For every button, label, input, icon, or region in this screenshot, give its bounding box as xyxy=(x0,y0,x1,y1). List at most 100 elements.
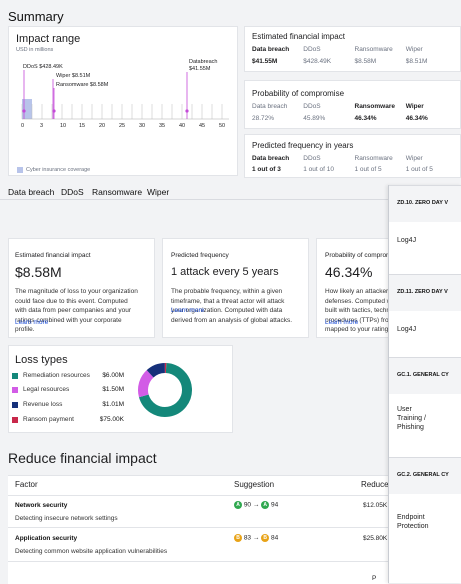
legend-label: Remediation resources xyxy=(23,372,102,379)
detail-impact-desc: The magnitude of loss to your organizati… xyxy=(15,287,138,297)
tick-label: 40 xyxy=(179,123,185,129)
tick-label: 20 xyxy=(99,123,105,129)
learn-more-link[interactable]: Learn more xyxy=(15,319,48,326)
detail-probability-desc: built with tactics, techn xyxy=(325,306,392,316)
score-from: 83 xyxy=(244,535,251,542)
legend-label: Ransom payment xyxy=(23,416,100,423)
factor-desc: Detecting insecure network settings xyxy=(15,515,118,522)
learn-more-link[interactable]: Learn more xyxy=(325,319,358,326)
value-wiper: 1 out of 5 xyxy=(406,166,457,173)
value-databreach: 28.72% xyxy=(252,115,303,122)
reduce-title: Reduce financial impact xyxy=(8,450,157,466)
value-wiper: $8.51M xyxy=(406,58,457,65)
header-ransomware: Ransomware xyxy=(355,46,406,53)
detail-impact-title: Estimated financial impact xyxy=(15,252,91,259)
tick-label: 35 xyxy=(159,123,165,129)
legend-value: $1.50M xyxy=(102,386,124,393)
header-databreach: Data breach xyxy=(252,103,303,110)
factor-title[interactable]: Application security xyxy=(15,535,77,542)
reduce-value: $12.05K xyxy=(363,502,387,509)
reduce-table xyxy=(8,475,388,584)
score-to: 84 xyxy=(271,535,278,542)
score-to: 94 xyxy=(271,502,278,509)
panel-section-header: ZD.11. ZERO DAY V xyxy=(389,274,461,311)
score-from: 90 xyxy=(244,502,251,509)
detail-impact-value: $8.58M xyxy=(15,264,62,280)
detail-frequency-title: Predicted frequency xyxy=(171,252,229,259)
legend-swatch xyxy=(12,417,18,423)
detail-frequency-value: 1 attack every 5 years xyxy=(171,266,279,278)
detail-frequency-card: Predicted frequency 1 attack every 5 yea… xyxy=(162,238,309,338)
frequency-title: Predicted frequency in years xyxy=(252,141,353,150)
tab-wiper[interactable]: Wiper xyxy=(147,187,169,197)
legend-value: $6.00M xyxy=(102,372,124,379)
header-databreach: Data breach xyxy=(252,46,303,53)
controls-side-panel: ZD.10. ZERO DAY V Log4J ZD.11. ZERO DAY … xyxy=(388,185,461,583)
detail-probability-title: Probability of compron xyxy=(325,252,390,259)
legend-item: Ransom payment $75.00K xyxy=(12,416,124,423)
estimated-impact-title: Estimated financial impact xyxy=(252,32,345,41)
header-ddos: DDoS xyxy=(303,103,354,110)
value-ddos: $428.49K xyxy=(303,58,354,65)
header-wiper: Wiper xyxy=(406,46,457,53)
legend-value: $75.00K xyxy=(100,416,124,423)
detail-frequency-desc: The probable frequency, within a given xyxy=(171,287,292,297)
page-title: Summary xyxy=(8,9,64,24)
value-databreach: 1 out of 3 xyxy=(252,166,303,173)
tick-label: 30 xyxy=(139,123,145,129)
donut-slice-3 xyxy=(150,368,165,374)
detail-impact-desc: profile. xyxy=(15,325,138,335)
tab-ddos[interactable]: DDoS xyxy=(61,187,84,197)
col-suggestion-header: Suggestion xyxy=(234,480,274,489)
detail-impact-desc: could face due to this event. Computed xyxy=(15,297,138,307)
impact-range-chart xyxy=(9,27,239,177)
probability-title: Probability of compromise xyxy=(252,89,344,98)
tick-label: 3 xyxy=(40,123,43,129)
grade-a-icon: A xyxy=(261,501,269,509)
detail-probability-desc: How likely an attacker xyxy=(325,287,392,297)
value-ransomware: 46.34% xyxy=(355,115,406,122)
panel-section-body: Endpoint Protection xyxy=(397,513,437,531)
tab-data-breach[interactable]: Data breach xyxy=(8,187,54,197)
value-wiper: 46.34% xyxy=(406,115,457,122)
header-databreach: Data breach xyxy=(252,155,303,162)
legend-swatch xyxy=(12,402,18,408)
value-ddos: 45.89% xyxy=(303,115,354,122)
detail-impact-card: Estimated financial impact $8.58M The ma… xyxy=(8,238,155,338)
detail-impact-desc: with data from peer companies and your xyxy=(15,306,138,316)
factor-title[interactable]: Network security xyxy=(15,502,67,509)
panel-section-body: Log4J xyxy=(397,326,416,333)
col-reduce-header: Reduce xyxy=(361,480,389,489)
header-ransomware: Ransomware xyxy=(355,155,406,162)
panel-section-header: ZD.10. ZERO DAY V xyxy=(389,185,461,222)
header-ddos: DDoS xyxy=(303,155,354,162)
header-ransomware: Ransomware xyxy=(355,103,406,110)
col-factor-header: Factor xyxy=(15,480,38,489)
tabs-divider xyxy=(0,199,388,200)
learn-more-link[interactable]: Learn more xyxy=(171,307,204,314)
detail-frequency-desc: derived from an analysis of global attac… xyxy=(171,316,292,326)
header-ddos: DDoS xyxy=(303,46,354,53)
value-databreach: $41.55M xyxy=(252,58,303,65)
legend-item: Remediation resources $6.00M xyxy=(12,372,124,379)
detail-probability-desc: mapped to your ratings xyxy=(325,325,392,335)
legend-label: Legal resources xyxy=(23,386,102,393)
grade-a-icon: A xyxy=(234,501,242,509)
panel-section-header: GC.1. GENERAL CY xyxy=(389,357,461,394)
header-wiper: Wiper xyxy=(406,155,457,162)
insurance-coverage-bar xyxy=(22,99,32,119)
legend-swatch xyxy=(12,373,18,379)
value-ddos: 1 out of 10 xyxy=(303,166,354,173)
legend-label: Revenue loss xyxy=(23,401,102,408)
insurance-legend-label: Cyber insurance coverage xyxy=(26,167,90,173)
loss-types-donut-chart xyxy=(137,362,193,418)
frequency-card: Predicted frequency in years Data breach… xyxy=(244,134,461,178)
factor-desc: Detecting common website application vul… xyxy=(15,548,167,555)
tick-label: 15 xyxy=(79,123,85,129)
tick-label: 50 xyxy=(219,123,225,129)
footer-fragment: P xyxy=(372,575,376,582)
loss-types-title: Loss types xyxy=(15,354,68,366)
legend-item: Legal resources $1.50M xyxy=(12,386,124,393)
donut-slice-2 xyxy=(143,374,150,396)
tick-label: 0 xyxy=(21,123,24,129)
